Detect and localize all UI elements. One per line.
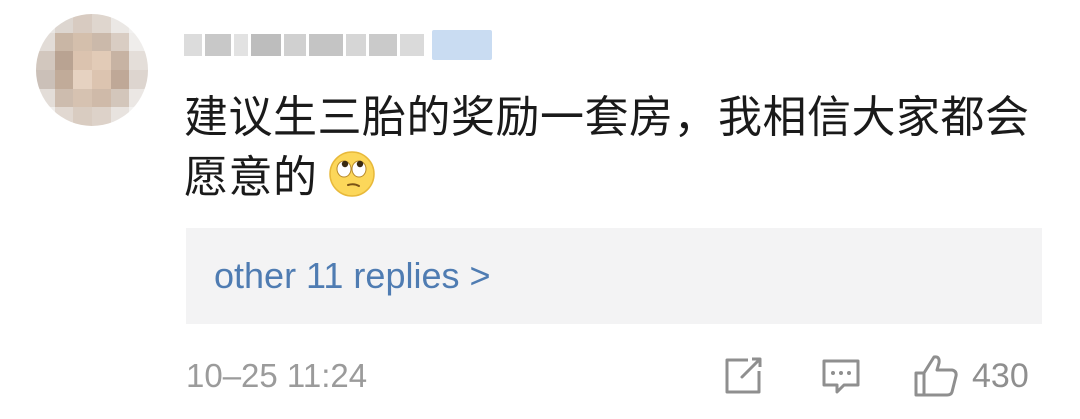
reply-icon <box>822 359 860 394</box>
like-count: 430 <box>972 356 1029 395</box>
share-button[interactable] <box>722 352 764 400</box>
reply-button[interactable] <box>820 352 862 400</box>
thumbs-up-icon <box>914 355 958 397</box>
user-badge <box>432 30 492 60</box>
avatar[interactable] <box>36 14 148 126</box>
eye-roll-emoji <box>328 151 375 197</box>
comment-timestamp: 10–25 11:24 <box>186 357 368 394</box>
comment-text: 建议生三胎的奖励一套房，我相信大家都会愿意的 <box>184 92 1030 203</box>
username[interactable] <box>184 30 424 60</box>
share-icon <box>725 357 762 394</box>
replies-panel[interactable]: other 11 replies > <box>186 228 1042 324</box>
more-replies-link[interactable]: other 11 replies > <box>214 254 491 298</box>
comment-body: 建议生三胎的奖励一套房，我相信大家都会愿意的 <box>184 88 1034 208</box>
comment-card: 建议生三胎的奖励一套房，我相信大家都会愿意的 other 11 replies … <box>0 0 1080 419</box>
like-button[interactable]: 430 <box>912 352 1029 400</box>
